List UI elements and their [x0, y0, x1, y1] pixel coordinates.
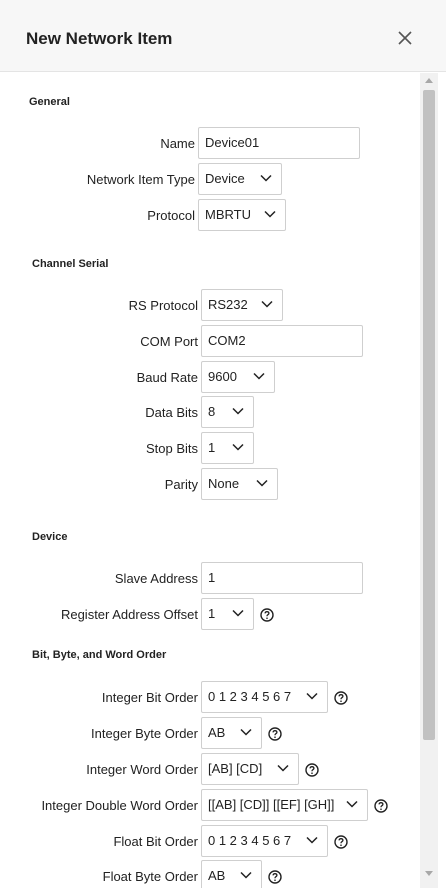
register-address-offset-select[interactable]: 1 — [201, 598, 254, 630]
integer-bit-order-select[interactable]: 0 1 2 3 4 5 6 7 — [201, 681, 328, 713]
register-address-offset-label: Register Address Offset — [60, 607, 198, 622]
integer-word-order-label: Integer Word Order — [86, 762, 198, 777]
section-general: General — [29, 96, 70, 108]
chevron-down-icon — [261, 300, 273, 308]
section-order: Bit, Byte, and Word Order — [32, 649, 167, 661]
protocol-value: MBRTU — [205, 207, 251, 222]
baud-rate-value: 9600 — [208, 369, 237, 384]
data-bits-select[interactable]: 8 — [201, 396, 254, 428]
scrollbar-thumb[interactable] — [423, 90, 435, 740]
integer-byte-order-select[interactable]: AB — [201, 717, 262, 749]
com-port-input[interactable]: COM2 — [201, 325, 363, 357]
slave-address-input[interactable]: 1 — [201, 562, 363, 594]
question-circle-icon[interactable] — [374, 799, 388, 813]
question-circle-icon[interactable] — [260, 608, 274, 622]
register-address-offset-value: 1 — [208, 606, 216, 621]
network-item-type-value: Device — [205, 171, 245, 186]
section-channel-serial: Channel Serial — [32, 258, 109, 270]
com-port-label: COM Port — [140, 334, 198, 349]
integer-double-word-order-label: Integer Double Word Order — [41, 798, 198, 813]
rs-protocol-label: RS Protocol — [128, 298, 198, 313]
question-circle-icon[interactable] — [268, 870, 282, 884]
baud-rate-label: Baud Rate — [136, 370, 198, 385]
parity-value: None — [208, 476, 240, 491]
chevron-down-icon — [253, 372, 265, 380]
baud-rate-select[interactable]: 9600 — [201, 361, 275, 393]
question-circle-icon[interactable] — [268, 727, 282, 741]
parity-select[interactable]: None — [201, 468, 278, 500]
integer-byte-order-label: Integer Byte Order — [91, 726, 198, 741]
vertical-scrollbar[interactable] — [420, 73, 438, 888]
parity-label: Parity — [164, 477, 198, 492]
slave-address-label: Slave Address — [114, 571, 198, 586]
chevron-down-icon — [306, 692, 318, 700]
dialog-title: New Network Item — [26, 29, 173, 48]
question-circle-icon[interactable] — [334, 691, 348, 705]
chevron-down-icon — [240, 728, 252, 736]
chevron-down-icon — [240, 871, 252, 879]
integer-bit-order-label: Integer Bit Order — [101, 690, 198, 705]
integer-bit-order-value: 0 1 2 3 4 5 6 7 — [208, 689, 292, 704]
scroll-up-arrow-icon[interactable] — [425, 78, 433, 83]
chevron-down-icon — [256, 479, 268, 487]
integer-byte-order-value: AB — [208, 725, 226, 740]
question-circle-icon[interactable] — [305, 763, 319, 777]
float-bit-order-label: Float Bit Order — [113, 834, 198, 849]
float-byte-order-select[interactable]: AB — [201, 860, 262, 888]
question-circle-icon[interactable] — [334, 835, 348, 849]
dialog-content: General Name Device01 Network Item Type … — [0, 73, 420, 888]
data-bits-value: 8 — [208, 404, 216, 419]
chevron-down-icon — [232, 443, 244, 451]
chevron-down-icon — [232, 407, 244, 415]
dialog-header: New Network Item — [0, 0, 446, 72]
chevron-down-icon — [232, 609, 244, 617]
chevron-down-icon — [264, 210, 276, 218]
chevron-down-icon — [306, 836, 318, 844]
chevron-down-icon — [277, 764, 289, 772]
integer-word-order-select[interactable]: [AB] [CD] — [201, 753, 299, 785]
float-byte-order-label: Float Byte Order — [102, 869, 198, 884]
stop-bits-select[interactable]: 1 — [201, 432, 254, 464]
stop-bits-value: 1 — [208, 440, 216, 455]
rs-protocol-value: RS232 — [208, 297, 248, 312]
integer-double-word-order-value: [[AB] [CD]] [[EF] [GH]] — [208, 797, 335, 812]
integer-word-order-value: [AB] [CD] — [208, 761, 263, 776]
section-device: Device — [32, 531, 68, 543]
close-icon[interactable] — [396, 29, 414, 47]
protocol-label: Protocol — [147, 208, 195, 223]
float-byte-order-value: AB — [208, 868, 226, 883]
scroll-down-arrow-icon[interactable] — [425, 871, 433, 876]
name-label: Name — [160, 136, 195, 151]
chevron-down-icon — [346, 800, 358, 808]
network-item-type-label: Network Item Type — [86, 172, 195, 187]
rs-protocol-select[interactable]: RS232 — [201, 289, 283, 321]
float-bit-order-select[interactable]: 0 1 2 3 4 5 6 7 — [201, 825, 328, 857]
network-item-type-select[interactable]: Device — [198, 163, 282, 195]
chevron-down-icon — [260, 174, 272, 182]
protocol-select[interactable]: MBRTU — [198, 199, 286, 231]
name-input[interactable]: Device01 — [198, 127, 360, 159]
data-bits-label: Data Bits — [145, 405, 198, 420]
integer-double-word-order-select[interactable]: [[AB] [CD]] [[EF] [GH]] — [201, 789, 368, 821]
stop-bits-label: Stop Bits — [145, 441, 198, 456]
float-bit-order-value: 0 1 2 3 4 5 6 7 — [208, 833, 292, 848]
